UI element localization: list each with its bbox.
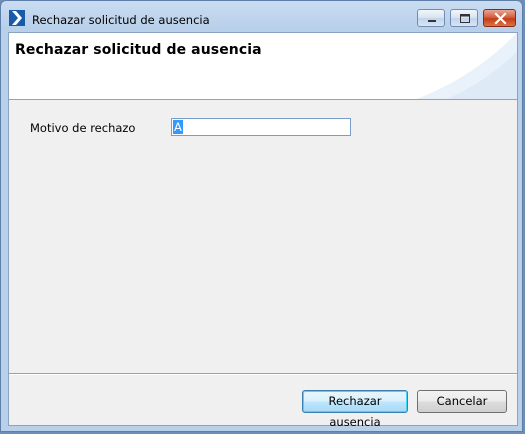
cancel-button[interactable]: Cancelar <box>417 390 507 413</box>
dialog-window: Rechazar solicitud de ausencia Rechazar … <box>0 0 523 432</box>
title-bar[interactable]: Rechazar solicitud de ausencia <box>1 1 522 32</box>
banner-decoration <box>417 33 517 99</box>
reject-button[interactable]: Rechazar ausencia <box>302 390 408 429</box>
app-arrow-icon <box>9 10 25 26</box>
minimize-button[interactable] <box>417 9 445 27</box>
footer-divider <box>9 373 517 375</box>
maximize-button[interactable] <box>450 9 478 27</box>
page-title: Rechazar solicitud de ausencia <box>15 42 262 58</box>
close-button[interactable] <box>483 9 516 27</box>
motivo-value: A <box>173 120 183 134</box>
dialog-body: Rechazar solicitud de ausencia Motivo de… <box>8 32 518 429</box>
motivo-label: Motivo de rechazo <box>30 121 136 135</box>
motivo-input[interactable]: A <box>171 118 351 136</box>
header-banner: Rechazar solicitud de ausencia <box>9 33 517 100</box>
window-title: Rechazar solicitud de ausencia <box>32 13 210 27</box>
